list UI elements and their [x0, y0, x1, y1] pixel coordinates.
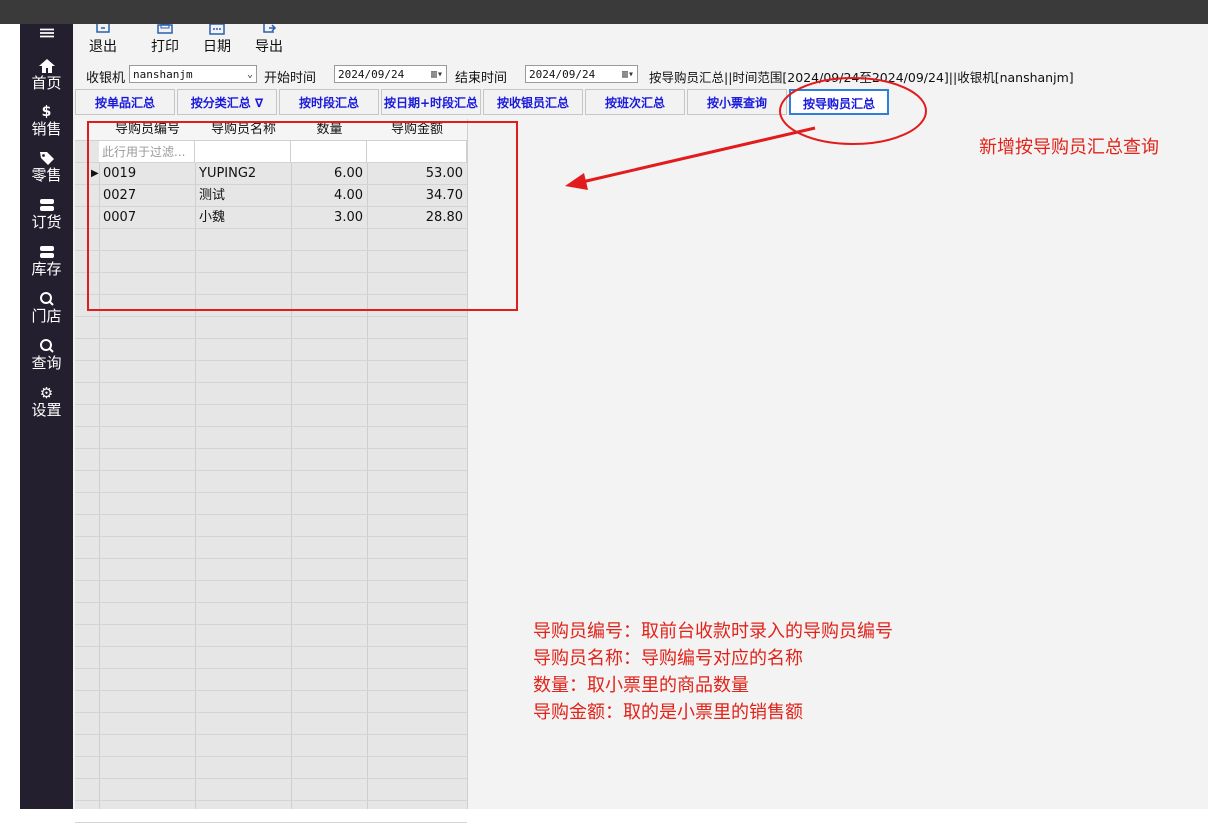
annotation-arrowhead-icon	[565, 173, 588, 190]
note-line: 数量：取小票里的商品数量	[533, 675, 749, 696]
note-line: 导购金额：取的是小票里的销售额	[533, 702, 803, 723]
note-line: 导购员编号：取前台收款时录入的导购员编号	[533, 621, 893, 642]
annotation-arrow-line	[581, 126, 816, 184]
note-line: 导购员名称：导购编号对应的名称	[533, 648, 803, 669]
callout-new-feature: 新增按导购员汇总查询	[979, 137, 1159, 158]
highlight-ellipse-tab	[779, 77, 927, 145]
